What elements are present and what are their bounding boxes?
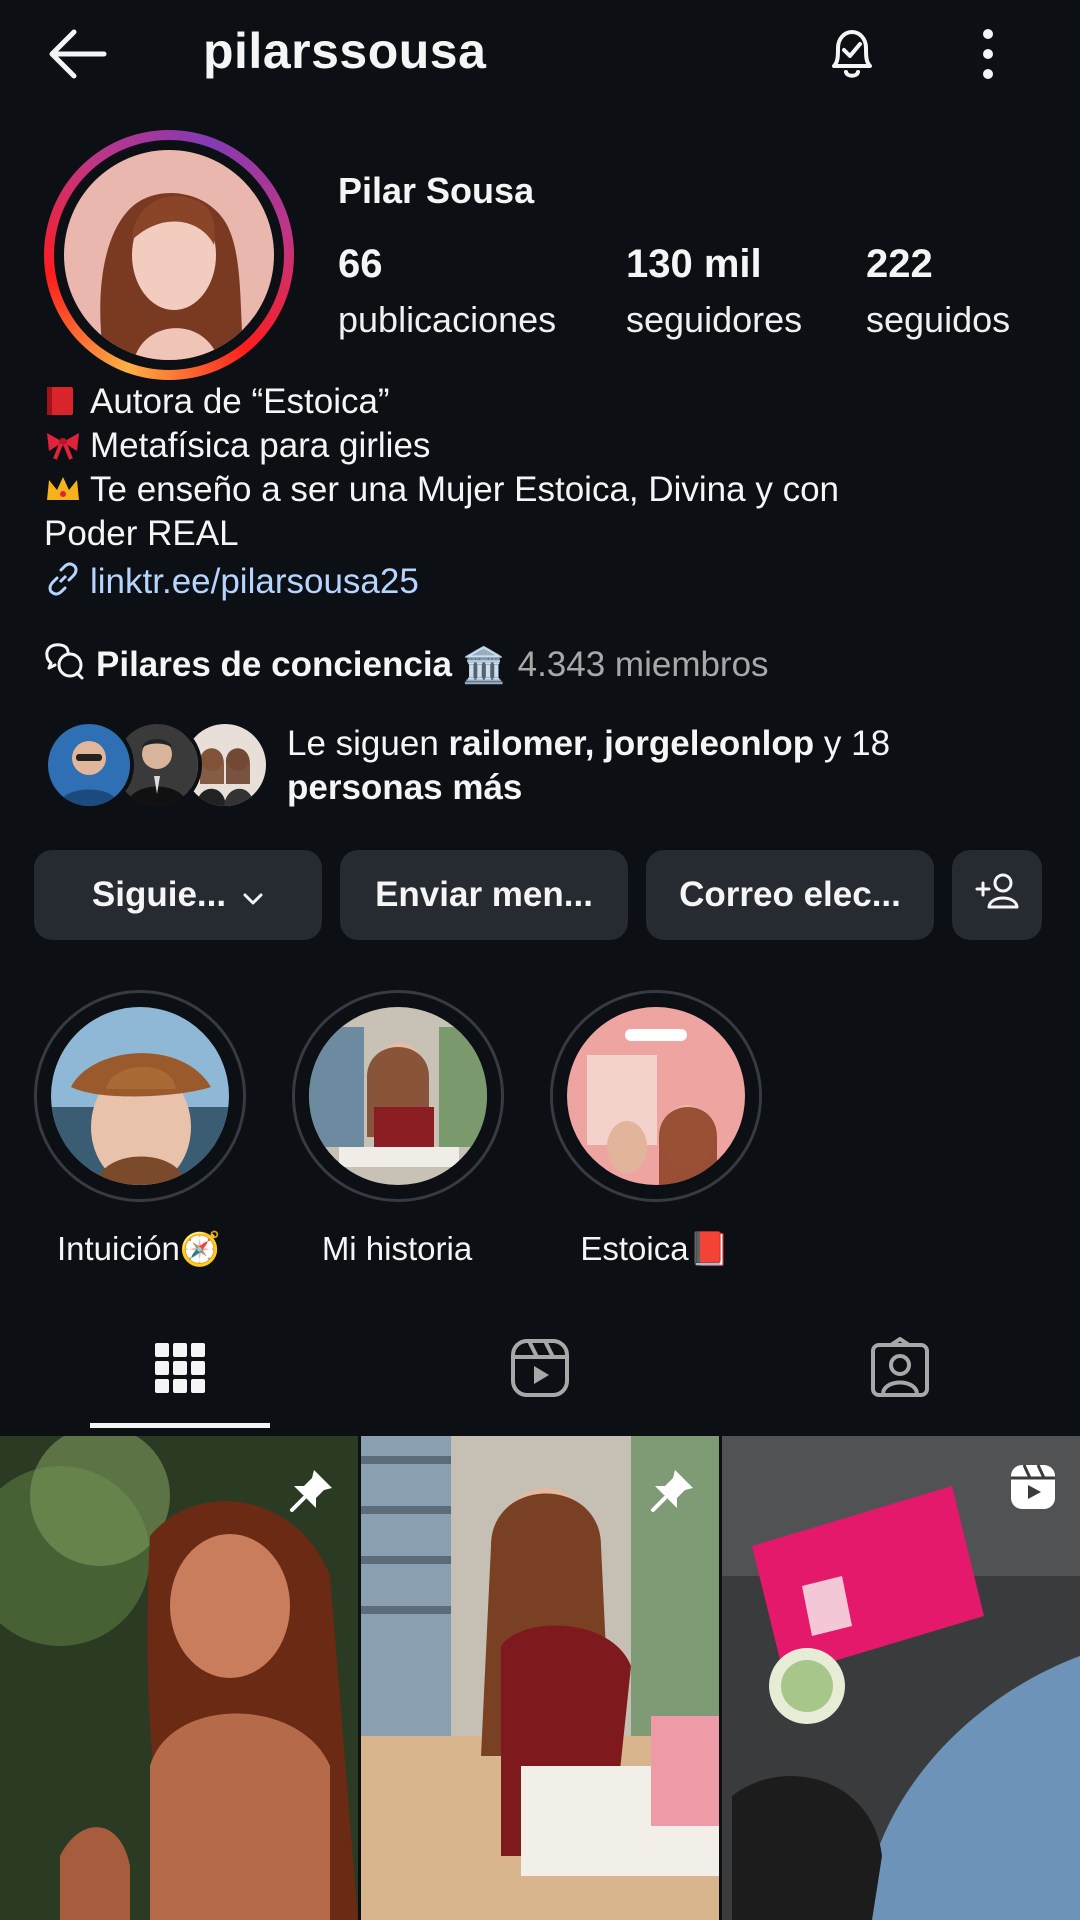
mutual-suffix: y 18 — [814, 724, 891, 763]
pinned-icon — [286, 1466, 336, 1521]
mutual-followers-line-2: personas más — [287, 768, 523, 807]
grid-icon — [153, 1341, 207, 1400]
add-person-icon — [973, 871, 1021, 920]
profile-tabs — [0, 1310, 1080, 1430]
display-name: Pilar Sousa — [338, 170, 535, 211]
bio-text-3b: Poder REAL — [44, 514, 239, 553]
highlight-cover-2 — [309, 1007, 487, 1185]
link-icon — [44, 562, 82, 596]
profile-username: pilarssousa — [203, 23, 487, 79]
post-tile-2[interactable] — [361, 1436, 719, 1920]
bio-line-3: Te enseño a ser una Mujer Estoica, Divin… — [44, 468, 839, 512]
community-channel[interactable]: Pilares de conciencia 🏛️ 4.343 miembros — [44, 640, 769, 690]
post-tile-1[interactable] — [0, 1436, 358, 1920]
posts-label: publicaciones — [338, 299, 557, 340]
followers-label: seguidores — [626, 299, 803, 340]
bio-link-row[interactable]: linktr.ee/pilarsousa25 — [44, 560, 419, 604]
highlight-estoica[interactable]: Estoica📕 — [550, 990, 762, 1269]
bio-link[interactable]: linktr.ee/pilarsousa25 — [90, 562, 419, 601]
mutual-followers-line-1: Le siguen railomer, jorgeleonlop y 18 — [287, 722, 1027, 766]
post-tile-3[interactable] — [722, 1436, 1080, 1920]
bio-line-1: Autora de “Estoica” — [44, 380, 390, 424]
highlight-intuicion[interactable]: Intuición🧭 — [34, 990, 246, 1269]
tagged-person-icon — [869, 1336, 931, 1404]
mutual-prefix: Le siguen — [287, 724, 449, 763]
highlight-mi-historia[interactable]: Mi historia — [292, 990, 504, 1268]
reels-icon — [509, 1337, 571, 1404]
bio-text-2: Metafísica para girlies — [90, 426, 431, 465]
highlight-label: Estoica📕 — [580, 1230, 730, 1267]
tab-tagged[interactable] — [720, 1310, 1080, 1430]
highlight-ring — [292, 990, 504, 1202]
followers-count: 130 mil — [626, 242, 762, 286]
classical-building-emoji: 🏛️ — [462, 645, 506, 685]
more-options-icon[interactable] — [968, 22, 1008, 86]
posts-stat[interactable]: 66 publicaciones — [338, 242, 556, 341]
chat-bubbles-icon — [44, 642, 86, 689]
crown-icon — [44, 471, 82, 501]
email-button[interactable]: Correo elec... — [646, 850, 934, 940]
highlight-label: Mi historia — [321, 1230, 473, 1267]
highlight-label: Intuición🧭 — [56, 1230, 221, 1267]
chevron-down-icon — [242, 875, 264, 915]
highlight-cover-1 — [51, 1007, 229, 1185]
highlight-ring — [550, 990, 762, 1202]
following-count: 222 — [866, 242, 933, 286]
community-name: Pilares de conciencia — [96, 645, 453, 684]
following-button[interactable]: Siguie... — [34, 850, 322, 940]
following-stat[interactable]: 222 seguidos — [866, 242, 1010, 341]
bio-text-3a: Te enseño a ser una Mujer Estoica, Divin… — [90, 470, 839, 509]
mutual-names: railomer, jorgeleonlop — [448, 724, 815, 763]
bio-line-2: Metafísica para girlies — [44, 424, 430, 468]
tab-reels[interactable] — [360, 1310, 720, 1430]
message-button[interactable]: Enviar men... — [340, 850, 628, 940]
red-book-icon — [44, 383, 82, 415]
ribbon-bow-icon — [44, 427, 82, 460]
active-tab-indicator — [90, 1423, 270, 1428]
followers-stat[interactable]: 130 mil seguidores — [626, 242, 802, 341]
pinned-icon — [647, 1466, 697, 1521]
community-members: 4.343 miembros — [517, 645, 769, 684]
highlight-ring — [34, 990, 246, 1202]
following-button-label: Siguie... — [91, 875, 227, 914]
tab-posts-grid[interactable] — [0, 1310, 360, 1430]
mutual-followers-text[interactable]: Le siguen railomer, jorgeleonlop y 18 pe… — [287, 722, 1027, 810]
add-person-button[interactable] — [952, 850, 1042, 940]
mutual-avatar-1 — [44, 720, 134, 810]
profile-avatar[interactable] — [64, 150, 274, 360]
bio-text-1: Autora de “Estoica” — [90, 382, 390, 421]
top-bar — [0, 0, 1080, 110]
notification-bell-icon[interactable] — [820, 22, 884, 86]
back-arrow-icon[interactable] — [44, 24, 114, 84]
reel-icon — [1008, 1462, 1058, 1517]
following-label: seguidos — [866, 299, 1011, 340]
highlight-cover-3 — [567, 1007, 745, 1185]
posts-count: 66 — [338, 242, 383, 286]
